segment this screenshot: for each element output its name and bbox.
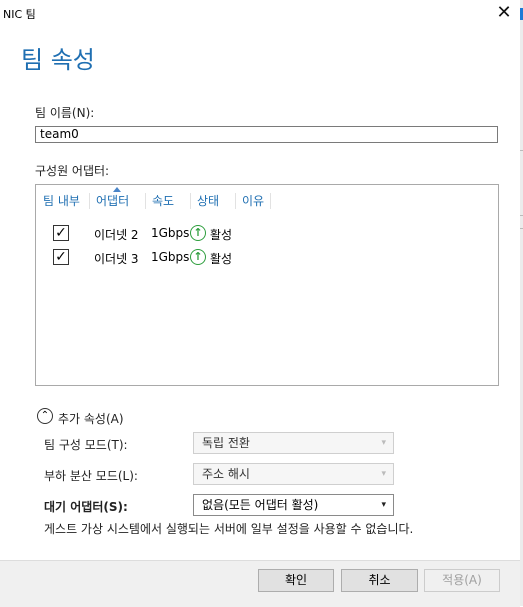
adapter-speed: 1Gbps [151,226,190,240]
column-header-status[interactable]: 상태 [197,192,219,209]
standby-adapter-value: 없음(모든 어댑터 활성) [202,498,319,512]
table-row[interactable]: ✓ 이더넷 2 1Gbps ↑ 활성 [36,223,496,243]
team-name-input[interactable]: team0 [35,126,498,143]
member-adapters-label: 구성원 어댑터: [35,164,110,178]
cancel-button[interactable]: 취소 [341,569,418,592]
column-header-adapter[interactable]: 어댑터 [96,192,129,209]
adapter-speed: 1Gbps [151,250,190,264]
column-separator [270,193,271,209]
standby-adapter-label: 대기 어댑터(S): [44,500,128,514]
additional-properties-toggle[interactable]: 추가 속성(A) [58,410,124,427]
load-balancing-label: 부하 분산 모드(L): [44,469,138,483]
adapter-name: 이더넷 2 [94,228,139,242]
column-header-speed[interactable]: 속도 [152,192,174,209]
column-header-in-team[interactable]: 팀 내부 [43,192,80,209]
page-title: 팀 속성 [21,46,95,74]
chevron-up-icon[interactable]: ⌃ [37,408,53,424]
teaming-mode-select[interactable]: 독립 전환 ▾ [193,432,394,454]
status-up-icon: ↑ [190,225,206,241]
chevron-down-icon: ▾ [381,500,386,510]
teaming-mode-label: 팀 구성 모드(T): [44,438,128,452]
chevron-down-icon: ▾ [381,469,386,479]
ok-button[interactable]: 확인 [258,569,334,592]
column-separator [89,193,90,209]
column-separator [235,193,236,209]
load-balancing-value: 주소 해시 [202,467,250,481]
window-title: NIC 팀 [3,8,36,21]
column-separator [145,193,146,209]
load-balancing-select[interactable]: 주소 해시 ▾ [193,463,394,485]
adapter-status: 활성 [210,228,233,242]
adapter-name: 이더넷 3 [94,252,139,266]
table-row[interactable]: ✓ 이더넷 3 1Gbps ↑ 활성 [36,247,496,267]
chevron-down-icon: ▾ [381,438,386,448]
column-separator [190,193,191,209]
adapter-status: 활성 [210,252,233,266]
teaming-mode-value: 독립 전환 [202,436,250,450]
team-name-label: 팀 이름(N): [35,106,95,120]
in-team-checkbox[interactable]: ✓ [53,225,69,241]
status-up-icon: ↑ [190,249,206,265]
member-adapters-list[interactable]: 팀 내부 어댑터 속도 상태 이유 ✓ 이더넷 2 1Gbps ↑ 활성 ✓ 이… [35,184,499,386]
apply-button[interactable]: 적용(A) [424,569,500,592]
title-bar: NIC 팀 ✕ [0,0,520,28]
guest-vm-note: 게스트 가상 시스템에서 실행되는 서버에 일부 설정을 사용할 수 없습니다. [44,522,414,536]
column-header-reason[interactable]: 이유 [242,192,264,209]
close-icon[interactable]: ✕ [494,3,514,23]
in-team-checkbox[interactable]: ✓ [53,249,69,265]
standby-adapter-select[interactable]: 없음(모든 어댑터 활성) ▾ [193,494,394,516]
